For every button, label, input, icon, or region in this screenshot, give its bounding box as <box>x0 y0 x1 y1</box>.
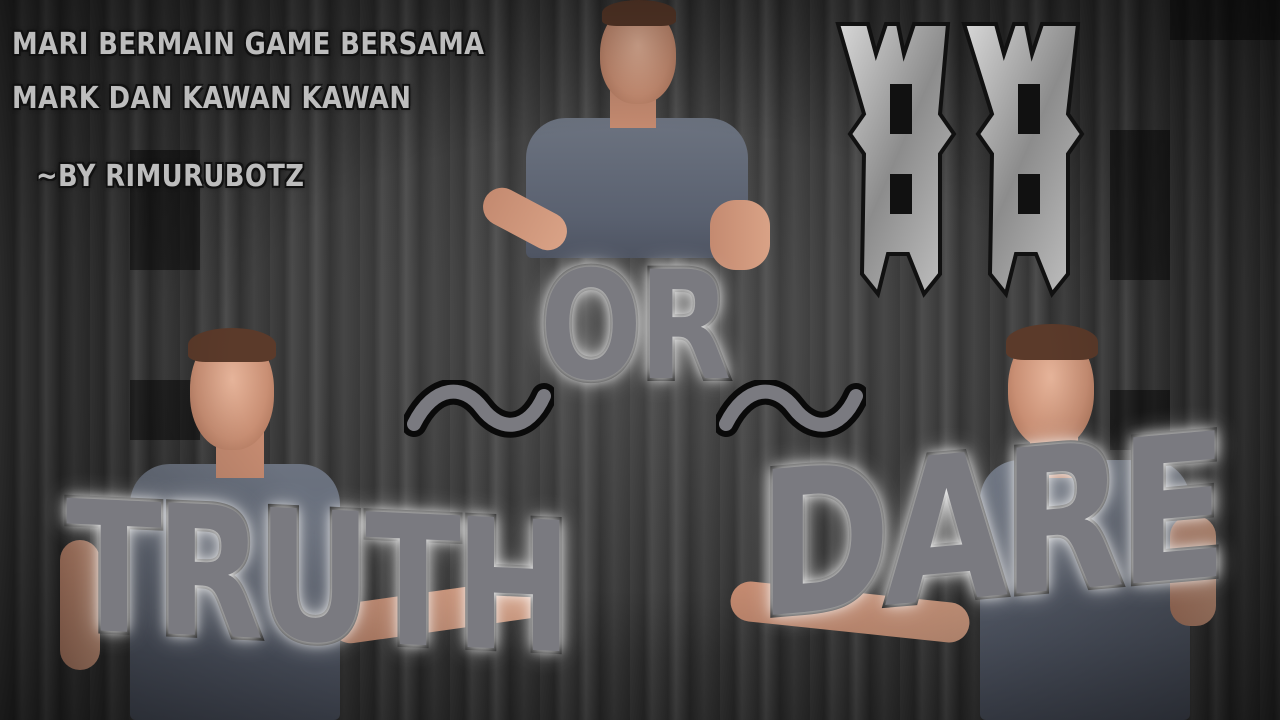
hair <box>188 328 276 362</box>
hair <box>1006 324 1098 360</box>
author-byline: ~BY RIMURUBOTZ <box>36 159 305 194</box>
caption-line-1: MARI BERMAIN GAME BERSAMA <box>12 27 485 62</box>
word-truth: TRUTH <box>63 460 568 697</box>
meme-canvas: MARI BERMAIN GAME BERSAMA MARK DAN KAWAN… <box>0 0 1280 720</box>
tilde-left-icon <box>404 380 554 438</box>
aa-logo-icon <box>835 22 1085 299</box>
caption-line-2: MARK DAN KAWAN KAWAN <box>12 81 412 116</box>
background-block <box>1170 0 1280 40</box>
word-or: OR <box>538 240 734 414</box>
hair <box>602 0 676 26</box>
background-block <box>1110 130 1170 280</box>
word-dare: DARE <box>755 388 1224 667</box>
